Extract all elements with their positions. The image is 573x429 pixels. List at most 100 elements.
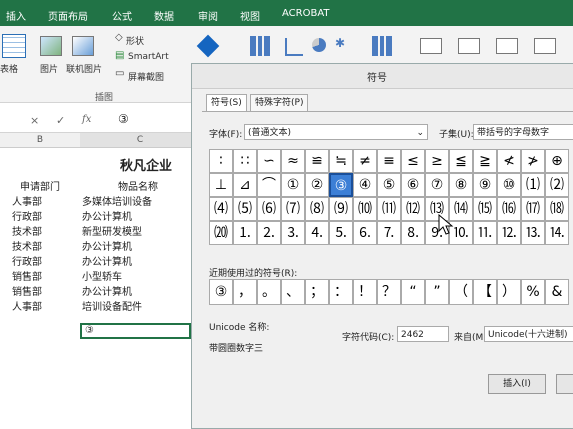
symbol-cell[interactable]: ⑵ — [545, 173, 569, 197]
recent-symbol-cell[interactable]: 。 — [257, 279, 281, 305]
symbol-cell[interactable]: ⑤ — [377, 173, 401, 197]
symbol-cell[interactable]: ⑦ — [425, 173, 449, 197]
symbol-cell[interactable]: ∷ — [233, 149, 257, 173]
formula-input[interactable]: ③ — [118, 112, 129, 126]
symbol-cell[interactable]: ∽ — [257, 149, 281, 173]
header-item[interactable]: 物品名称 — [118, 178, 158, 193]
symbol-cell[interactable]: ⒃ — [497, 197, 521, 221]
smartart-button[interactable]: SmartArt — [128, 52, 169, 62]
cell-dept[interactable]: 行政部 — [12, 208, 42, 223]
symbol-cell[interactable]: ⒉ — [257, 221, 281, 245]
recent-symbol-cell[interactable]: 、 — [281, 279, 305, 305]
symbol-cell[interactable]: ⑸ — [233, 197, 257, 221]
recent-symbol-cell[interactable]: ； — [305, 279, 329, 305]
picture-button[interactable]: 图片 — [40, 62, 58, 75]
tab-data[interactable]: 数据 — [154, 8, 174, 23]
symbol-cell[interactable]: ⊿ — [233, 173, 257, 197]
symbol-cell[interactable]: ⑩ — [497, 173, 521, 197]
line-chart-icon[interactable] — [285, 38, 303, 56]
recent-symbol-cell[interactable]: （ — [449, 279, 473, 305]
symbol-cell[interactable]: ⊥ — [209, 173, 233, 197]
recent-symbol-cell[interactable]: “ — [401, 279, 425, 305]
symbol-cell[interactable]: ⒋ — [305, 221, 329, 245]
symbol-cell[interactable]: ② — [305, 173, 329, 197]
symbol-cell[interactable]: ⑷ — [209, 197, 233, 221]
tab-formulas[interactable]: 公式 — [112, 8, 132, 23]
recent-symbol-cell[interactable]: ） — [497, 279, 521, 305]
symbol-cell[interactable]: ⒎ — [377, 221, 401, 245]
symbol-cell[interactable]: ⒄ — [521, 197, 545, 221]
recent-symbol-cell[interactable]: ③ — [209, 279, 233, 305]
cell-item[interactable]: 培训设备配件 — [82, 298, 142, 313]
symbol-cell[interactable]: ⑧ — [449, 173, 473, 197]
symbol-cell[interactable]: ⒈ — [233, 221, 257, 245]
symbol-cell[interactable]: ⑨ — [473, 173, 497, 197]
symbol-cell[interactable]: ⑽ — [353, 197, 377, 221]
screenshot-button[interactable]: 屏幕截图 — [128, 70, 164, 83]
symbol-cell[interactable]: ⑺ — [281, 197, 305, 221]
header-dept[interactable]: 申请部门 — [20, 178, 60, 193]
cell-item[interactable]: 办公计算机 — [82, 253, 132, 268]
symbol-cell[interactable]: ⒔ — [521, 221, 545, 245]
symbol-cell[interactable]: ⊕ — [545, 149, 569, 173]
symbol-cell[interactable]: ⒏ — [401, 221, 425, 245]
cell-dept[interactable]: 销售部 — [12, 268, 42, 283]
cell-item[interactable]: 办公计算机 — [82, 238, 132, 253]
recent-symbol-cell[interactable]: & — [545, 279, 569, 305]
symbol-cell[interactable]: ① — [281, 173, 305, 197]
cell-dept[interactable]: 人事部 — [12, 193, 42, 208]
symbol-cell[interactable]: ⒒ — [473, 221, 497, 245]
slicer-icon[interactable] — [534, 38, 556, 54]
cell-dept[interactable]: 技术部 — [12, 223, 42, 238]
cell-item[interactable]: 小型轿车 — [82, 268, 122, 283]
symbol-cell[interactable]: ≠ — [353, 149, 377, 173]
worksheet[interactable]: B C 秋凡企业 申请部门 物品名称 人事部 多媒体培训设备 行政部 办公计算机… — [0, 133, 200, 427]
symbol-cell[interactable]: ⑿ — [401, 197, 425, 221]
enter-icon[interactable]: ✓ — [56, 114, 65, 127]
cell-item[interactable]: 办公计算机 — [82, 208, 132, 223]
dialog-titlebar[interactable]: 符号 — [192, 64, 573, 89]
symbol-cell[interactable]: ⒊ — [281, 221, 305, 245]
font-select[interactable]: (普通文本) ⌄ — [244, 124, 428, 140]
tab-acrobat[interactable]: ACROBAT — [282, 8, 330, 19]
sheet-title[interactable]: 秋凡企业 — [120, 155, 172, 174]
shapes-button[interactable]: 形状 — [126, 34, 144, 47]
sparkline-winloss-icon[interactable] — [496, 38, 518, 54]
char-code-input[interactable]: 2462 — [397, 326, 449, 342]
symbol-cell[interactable]: ④ — [353, 173, 377, 197]
symbol-cell[interactable]: ∶ — [209, 149, 233, 173]
symbol-cell[interactable]: ⑹ — [257, 197, 281, 221]
scatter-chart-icon[interactable]: ✱ — [335, 36, 345, 50]
symbol-cell[interactable]: ⑻ — [305, 197, 329, 221]
symbol-cell[interactable]: ≧ — [473, 149, 497, 173]
symbol-cell[interactable]: ⑴ — [521, 173, 545, 197]
recent-symbol-cell[interactable]: ” — [425, 279, 449, 305]
recent-symbol-cell[interactable]: ！ — [353, 279, 377, 305]
symbol-cell[interactable]: ≯ — [521, 149, 545, 173]
cell-dept[interactable]: 销售部 — [12, 283, 42, 298]
tab-insert[interactable]: 插入 — [6, 8, 26, 23]
symbol-cell[interactable]: ⑼ — [329, 197, 353, 221]
sparkline-column-icon[interactable] — [458, 38, 480, 54]
insert-button[interactable]: 插入(I) — [488, 374, 546, 394]
cancel-icon[interactable]: × — [30, 114, 39, 127]
symbol-cell[interactable]: ≥ — [425, 149, 449, 173]
symbol-cell[interactable]: ≌ — [305, 149, 329, 173]
symbol-cell[interactable]: ⌒ — [257, 173, 281, 197]
cell-item[interactable]: 办公计算机 — [82, 283, 132, 298]
insert-function-icon[interactable]: fx — [82, 114, 91, 125]
symbol-cell[interactable]: ⒍ — [353, 221, 377, 245]
symbol-cell[interactable]: ≡ — [377, 149, 401, 173]
symbol-cell[interactable]: ≒ — [329, 149, 353, 173]
recent-symbol-cell[interactable]: ， — [233, 279, 257, 305]
recent-symbol-cell[interactable]: ？ — [377, 279, 401, 305]
recent-symbol-cell[interactable]: % — [521, 279, 545, 305]
cell-item[interactable]: 多媒体培训设备 — [82, 193, 152, 208]
symbol-cell[interactable]: ⒓ — [497, 221, 521, 245]
symbol-cell[interactable]: ⒅ — [545, 197, 569, 221]
column-header-c[interactable]: C — [80, 133, 200, 148]
tab-review[interactable]: 审阅 — [198, 8, 218, 23]
sparkline-line-icon[interactable] — [420, 38, 442, 54]
symbol-cell[interactable]: ≤ — [401, 149, 425, 173]
symbol-cell[interactable]: ⑾ — [377, 197, 401, 221]
